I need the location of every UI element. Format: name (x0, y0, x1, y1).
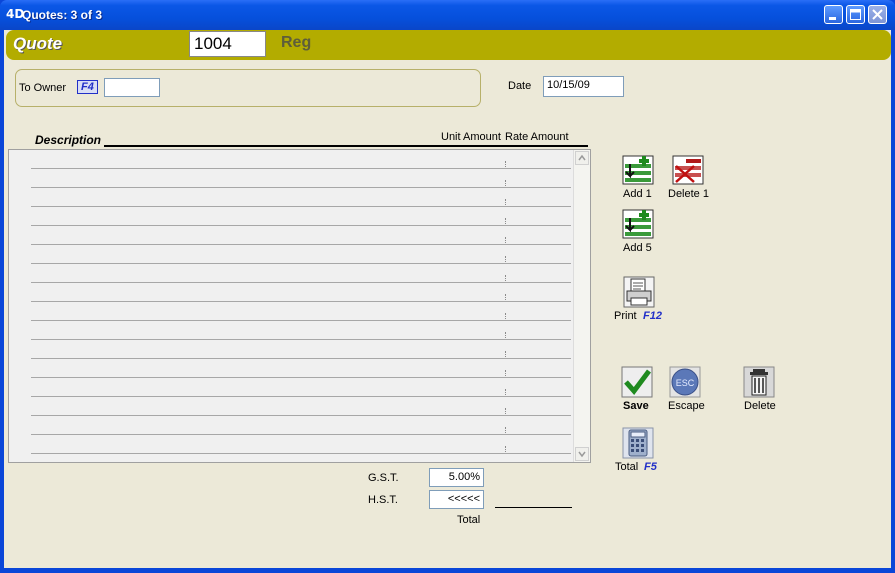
list-row[interactable] (31, 358, 571, 359)
list-scrollbar[interactable] (573, 150, 590, 462)
list-row[interactable] (31, 396, 571, 397)
list-row[interactable] (31, 206, 571, 207)
gst-field[interactable]: 5.00% (429, 468, 484, 487)
delete-1-label: Delete 1 (668, 188, 709, 200)
list-row[interactable] (31, 415, 571, 416)
chevron-down-icon (578, 451, 586, 458)
save-button[interactable]: Save (618, 366, 654, 414)
window: 4D Quotes: 3 of 3 Quote 1004 Reg To Owne… (0, 0, 895, 573)
header-banner: Quote 1004 Reg (6, 30, 891, 60)
owner-label: To Owner (19, 82, 67, 94)
delete-row-icon (672, 155, 704, 185)
add-5-label: Add 5 (623, 242, 652, 254)
column-divider (505, 427, 506, 433)
total-fkey: F5 (644, 461, 657, 473)
quote-number-field[interactable]: 1004 (189, 31, 266, 57)
column-divider (505, 237, 506, 243)
total-label: Total (457, 514, 481, 526)
printer-icon (623, 276, 655, 308)
minimize-button[interactable] (824, 5, 843, 24)
owner-field[interactable] (104, 78, 160, 97)
list-row[interactable] (31, 320, 571, 321)
delete-1-button[interactable]: Delete 1 (668, 154, 714, 202)
escape-icon: ESC (669, 366, 701, 398)
escape-label: Escape (668, 400, 705, 412)
date-field[interactable]: 10/15/09 (543, 76, 624, 97)
column-divider (505, 161, 506, 167)
list-row[interactable] (31, 187, 571, 188)
add-5-button[interactable]: Add 5 (621, 208, 655, 256)
list-row[interactable] (31, 301, 571, 302)
list-row[interactable] (31, 263, 571, 264)
owner-lookup-key[interactable]: F4 (77, 80, 98, 94)
list-row[interactable] (31, 453, 571, 454)
date-label: Date (508, 80, 532, 92)
column-divider (505, 446, 506, 452)
rate-amount-header: Rate Amount (505, 131, 569, 143)
column-divider (505, 294, 506, 300)
gst-label: G.S.T. (368, 472, 399, 484)
list-row[interactable] (31, 168, 571, 169)
add-1-label: Add 1 (623, 188, 652, 200)
owner-group: To Owner F4 (15, 69, 481, 107)
total-underline (495, 507, 572, 508)
list-row[interactable] (31, 225, 571, 226)
list-row[interactable] (31, 339, 571, 340)
header-underline (104, 145, 588, 147)
column-divider (505, 218, 506, 224)
scroll-up-arrow[interactable] (575, 151, 589, 165)
column-divider (505, 180, 506, 186)
window-title: Quotes: 3 of 3 (22, 8, 103, 22)
hst-field[interactable]: <<<<< (429, 490, 484, 509)
checkmark-icon (621, 366, 653, 398)
status-label: Reg (281, 34, 312, 51)
unit-amount-header: Unit Amount (441, 131, 501, 143)
window-bottom-border (0, 568, 895, 573)
hst-label: H.S.T. (368, 494, 398, 506)
list-row[interactable] (31, 282, 571, 283)
column-divider (505, 256, 506, 262)
print-label: Print (614, 310, 637, 322)
add-1-button[interactable]: Add 1 (621, 154, 655, 202)
line-items-list[interactable] (8, 149, 591, 463)
total-button[interactable]: Total F5 (613, 427, 669, 475)
print-button[interactable]: Print F12 (613, 276, 669, 324)
list-row[interactable] (31, 377, 571, 378)
trash-icon (743, 366, 775, 398)
form-area: Quote 1004 Reg To Owner F4 Date 10/15/09… (4, 30, 891, 568)
maximize-button[interactable] (846, 5, 865, 24)
delete-button[interactable]: Delete (740, 366, 778, 414)
save-label: Save (623, 400, 649, 412)
title-bar[interactable]: 4D Quotes: 3 of 3 (0, 0, 895, 30)
total-button-label: Total (615, 461, 639, 473)
add-row-icon (622, 155, 654, 185)
escape-button[interactable]: ESC Escape (665, 366, 707, 414)
maximize-icon (850, 9, 861, 20)
print-fkey: F12 (643, 310, 662, 322)
calculator-icon (622, 427, 654, 459)
add-rows-icon (622, 209, 654, 239)
delete-label: Delete (744, 400, 776, 412)
column-divider (505, 275, 506, 281)
close-button[interactable] (868, 5, 887, 24)
scroll-down-arrow[interactable] (575, 447, 589, 461)
list-row[interactable] (31, 244, 571, 245)
column-divider (505, 370, 506, 376)
svg-text:ESC: ESC (676, 378, 695, 388)
close-icon (872, 9, 883, 20)
list-row[interactable] (31, 434, 571, 435)
column-divider (505, 313, 506, 319)
column-divider (505, 408, 506, 414)
column-divider (505, 351, 506, 357)
description-header: Description (35, 133, 102, 147)
minimize-icon (829, 17, 836, 20)
column-divider (505, 389, 506, 395)
column-divider (505, 332, 506, 338)
column-divider (505, 199, 506, 205)
chevron-up-icon (578, 154, 586, 161)
form-title: Quote (13, 34, 63, 53)
